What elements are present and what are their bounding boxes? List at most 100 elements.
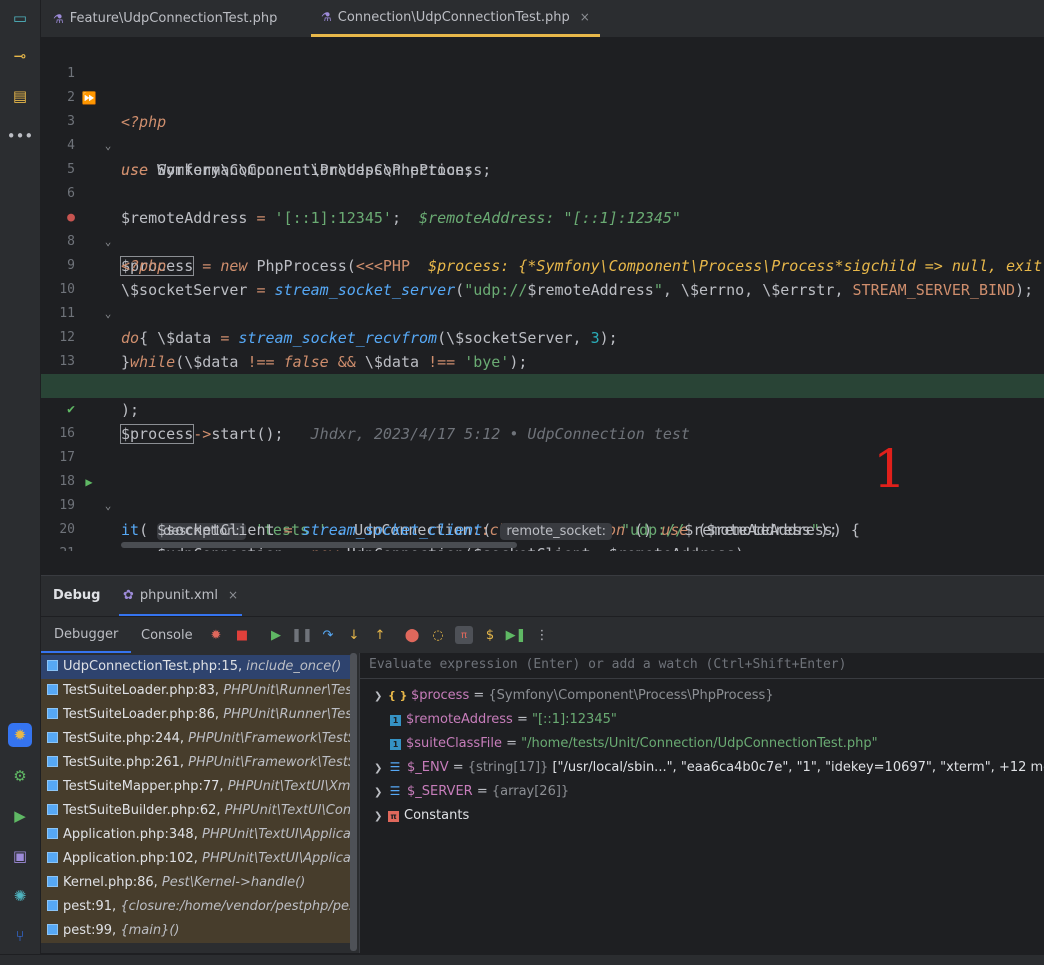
frame-method: Pest\Kernel->handle() xyxy=(161,875,306,890)
equals-sign: = xyxy=(501,736,522,751)
view-breakpoints-icon[interactable]: ⬤ xyxy=(403,626,421,644)
variable-row[interactable]: 1 $remoteAddress = "[::1]:12345" xyxy=(390,708,617,732)
variable-row[interactable]: ❯ ☰ $_SERVER = {array[26]} xyxy=(374,780,569,804)
resume-icon[interactable]: ▶ xyxy=(267,626,285,644)
structure-icon[interactable]: ▤ xyxy=(8,84,32,108)
expand-chevron-icon[interactable]: ❯ xyxy=(374,805,388,829)
equals-sign: = xyxy=(469,688,489,703)
expand-chevron-icon[interactable]: ❯ xyxy=(374,685,388,709)
more-icon[interactable]: ••• xyxy=(7,124,34,148)
line-number: 21 xyxy=(41,542,75,551)
stack-frame[interactable]: Kernel.php:86, Pest\Kernel->handle() xyxy=(41,871,351,895)
stack-frame[interactable]: TestSuiteLoader.php:86, PHPUnit\Runner\T… xyxy=(41,703,351,727)
horizontal-scrollbar[interactable] xyxy=(121,542,517,548)
settings-icon[interactable]: ⚙ xyxy=(8,764,32,788)
frame-method: PHPUnit\Runner\TestSuiteLoader->load() xyxy=(223,683,351,698)
evaluate-expression-input[interactable]: Evaluate expression (Enter) or add a wat… xyxy=(360,653,1044,679)
frame-location: TestSuiteLoader.php:83, xyxy=(63,683,224,698)
frame-location: Kernel.php:86, xyxy=(63,875,162,890)
frame-file-icon xyxy=(47,684,58,695)
code-line: 9 \$socketServer = stream_socket_server(… xyxy=(41,230,1044,299)
debug-icon[interactable]: ✹ xyxy=(8,723,32,747)
project-icon[interactable]: ▭ xyxy=(8,6,32,30)
variable-row[interactable]: ❯{ } $process = {Symfony\Component\Proces… xyxy=(374,684,774,708)
array-icon: ☰ xyxy=(389,784,401,798)
array-icon: ☰ xyxy=(389,760,401,774)
frame-file-icon xyxy=(47,708,58,719)
tab-debugger[interactable]: Debugger xyxy=(41,617,132,653)
expand-chevron-icon[interactable]: ❯ xyxy=(374,757,388,781)
frame-location: Application.php:348, xyxy=(63,827,202,842)
variable-type: {string[17]} xyxy=(467,760,553,775)
stack-frame[interactable]: TestSuiteBuilder.php:62, PHPUnit\TextUI\… xyxy=(41,799,351,823)
frame-file-icon xyxy=(47,828,58,839)
equals-sign: = xyxy=(512,712,532,727)
tab-feature-test[interactable]: ⚗ Feature\UdpConnectionTest.php xyxy=(53,0,277,37)
pause-icon[interactable]: ❚❚ xyxy=(291,626,313,644)
step-out-icon[interactable]: ↑ xyxy=(371,626,389,644)
stack-frame[interactable]: TestSuiteLoader.php:83, PHPUnit\Runner\T… xyxy=(41,679,351,703)
code-line: 14 ); xyxy=(41,350,1044,419)
stack-frame[interactable]: Application.php:102, PHPUnit\TextUI\Appl… xyxy=(41,847,351,871)
rerun-debug-icon[interactable]: ✹ xyxy=(207,626,225,644)
more-options-icon[interactable]: ⋮ xyxy=(533,626,551,644)
frame-method: PHPUnit\TextUI\Application->run() xyxy=(201,851,351,866)
commit-icon[interactable]: ⊸ xyxy=(8,44,32,68)
panel-separator xyxy=(41,552,1044,574)
frame-location: pest:91, xyxy=(63,899,121,914)
stack-frame[interactable]: TestSuiteMapper.php:77, PHPUnit\TextUI\X… xyxy=(41,775,351,799)
step-over-icon[interactable]: ↷ xyxy=(319,626,337,644)
expand-chevron-icon[interactable]: ❯ xyxy=(374,781,388,805)
code-line: 13 PHP xyxy=(41,326,1044,395)
string-icon: 1 xyxy=(390,715,401,726)
object-icon: { } xyxy=(388,689,408,702)
variable-row[interactable]: ❯ ☰ $_ENV = {string[17]} ["/usr/local/sbin… xyxy=(374,756,1044,780)
variable-row[interactable]: 1 $suiteClassFile = "/home/tests/Unit/Con… xyxy=(390,732,878,756)
frame-location: TestSuiteMapper.php:77, xyxy=(63,779,228,794)
frame-location: TestSuite.php:261, xyxy=(63,755,189,770)
tab-label: Feature\UdpConnectionTest.php xyxy=(69,11,278,26)
constants-toggle-icon[interactable]: π xyxy=(455,626,473,644)
frame-location: TestSuiteBuilder.php:62, xyxy=(63,803,225,818)
frame-file-icon xyxy=(47,876,58,887)
frame-file-icon xyxy=(47,732,58,743)
tab-phpunit-config[interactable]: ✿ phpunit.xml × xyxy=(119,576,243,616)
frame-location: UdpConnectionTest.php:15, xyxy=(63,659,247,674)
frame-file-icon xyxy=(47,900,58,911)
variable-name: $_SERVER xyxy=(407,784,473,799)
terminal-icon[interactable]: ▣ xyxy=(8,844,32,868)
variable-type: {Symfony\Component\Process\PhpProcess} xyxy=(488,688,774,703)
stack-frame[interactable]: UdpConnectionTest.php:15, include_once() xyxy=(41,655,351,679)
run-to-cursor-icon[interactable]: ▶❚ xyxy=(506,626,527,644)
variable-value: "/home/tests/Unit/Connection/UdpConnecti… xyxy=(521,736,878,751)
git-icon[interactable]: ⑂ xyxy=(8,924,32,948)
frame-file-icon xyxy=(47,852,58,863)
stack-frame[interactable]: TestSuite.php:261, PHPUnit\Framework\Tes… xyxy=(41,751,351,775)
stack-frame[interactable]: Application.php:348, PHPUnit\TextUI\Appl… xyxy=(41,823,351,847)
problems-icon[interactable]: ✺ xyxy=(8,884,32,908)
stack-frame[interactable]: pest:91, {closure:/home/vendor/pestphp/p… xyxy=(41,895,351,919)
variables-toggle-icon[interactable]: $ xyxy=(481,626,499,644)
close-tab-icon[interactable]: × xyxy=(580,10,590,24)
code-line: 8 <?php xyxy=(41,206,1044,275)
tab-label: Connection\UdpConnectionTest.php xyxy=(337,9,570,25)
stop-icon[interactable]: ■ xyxy=(233,626,251,644)
frame-method: PHPUnit\TextUI\Configuration\TestSuiteBu… xyxy=(224,803,351,818)
variable-type: {array[26]} xyxy=(491,784,570,799)
step-into-icon[interactable]: ↓ xyxy=(345,626,363,644)
debug-tool-window-header: Debug ✿ phpunit.xml × xyxy=(41,575,1044,616)
close-session-icon[interactable]: × xyxy=(228,588,238,602)
stack-frame[interactable]: TestSuite.php:244, PHPUnit\Framework\Tes… xyxy=(41,727,351,751)
code-line: 1 ⏩ <?php xyxy=(41,38,1044,131)
tab-console[interactable]: Console xyxy=(129,617,205,653)
tab-label: Debugger xyxy=(54,626,119,642)
tab-connection-test[interactable]: ⚗ Connection\UdpConnectionTest.php × xyxy=(311,0,600,37)
mute-breakpoints-icon[interactable]: ◌ xyxy=(429,626,447,644)
run-icon[interactable]: ▶ xyxy=(8,804,32,828)
variable-row[interactable]: ❯ π Constants xyxy=(374,804,469,828)
stack-frame[interactable]: pest:99, {main}() xyxy=(41,919,351,943)
frame-file-icon xyxy=(47,660,58,671)
frames-scrollbar[interactable] xyxy=(350,653,357,951)
frame-method: PHPUnit\Framework\TestSuite->addTestFile… xyxy=(188,731,351,746)
php-test-file-icon: ⚗ xyxy=(321,10,332,24)
